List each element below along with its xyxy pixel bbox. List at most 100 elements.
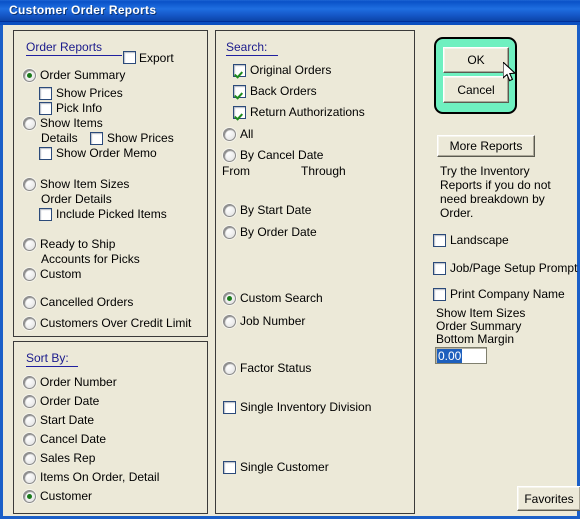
radio-search-custom-search[interactable] (223, 292, 236, 305)
window-client-area: Order Reports Export Order Summary Show … (0, 25, 580, 519)
label-search-by-cancel-date: By Cancel Date (240, 148, 324, 162)
hint-line-1: Try the Inventory (440, 164, 530, 178)
hint-line-4: Order. (440, 206, 474, 220)
label-from: From (222, 164, 250, 178)
radio-sort-items-on-order-detail[interactable] (23, 471, 36, 484)
margin-context-line-1: Show Item Sizes (436, 306, 526, 320)
label-cancelled-orders: Cancelled Orders (40, 295, 134, 309)
radio-sort-order-date[interactable] (23, 395, 36, 408)
label-job-page-setup-prompt: Job/Page Setup Prompt (450, 261, 578, 275)
label-landscape: Landscape (450, 233, 509, 247)
checkbox-single-customer[interactable] (223, 461, 236, 474)
cancel-button[interactable]: Cancel (443, 76, 509, 103)
label-customers-over-credit-limit: Customers Over Credit Limit (40, 316, 192, 330)
radio-sort-sales-rep[interactable] (23, 452, 36, 465)
label-through: Through (301, 164, 346, 178)
radio-customers-over-credit-limit[interactable] (23, 317, 36, 330)
label-search-by-start-date: By Start Date (240, 203, 312, 217)
label-details: Details (41, 131, 78, 145)
radio-sort-cancel-date[interactable] (23, 433, 36, 446)
cancel-button-label: Cancel (457, 82, 495, 97)
ok-button[interactable]: OK (443, 47, 509, 73)
radio-cancelled-orders[interactable] (23, 296, 36, 309)
checkbox-show-prices-items[interactable] (90, 132, 103, 145)
checkbox-include-picked-items[interactable] (39, 208, 52, 221)
checkbox-pick-info[interactable] (39, 102, 52, 115)
checkbox-original-orders[interactable] (233, 64, 246, 77)
checkbox-show-prices-summary[interactable] (39, 87, 52, 100)
label-show-order-memo: Show Order Memo (56, 146, 157, 160)
radio-search-by-order-date[interactable] (223, 226, 236, 239)
checkbox-export[interactable] (123, 51, 136, 64)
label-sort-order-date: Order Date (40, 394, 100, 408)
label-show-prices-items: Show Prices (107, 131, 174, 145)
sort-by-group-title: Sort By: (26, 351, 78, 367)
radio-search-all[interactable] (223, 128, 236, 141)
customer-order-reports-window: Customer Order Reports Order Reports Exp… (0, 0, 580, 519)
radio-show-item-sizes[interactable] (23, 178, 36, 191)
label-back-orders: Back Orders (250, 84, 317, 98)
favorites-button-label: Favorites (524, 491, 574, 506)
label-search-custom-search: Custom Search (240, 291, 323, 305)
radio-sort-customer[interactable] (23, 490, 36, 503)
label-search-by-order-date: By Order Date (240, 225, 317, 239)
order-reports-panel: Order Reports Export Order Summary Show … (13, 30, 208, 337)
favorites-button[interactable]: Favorites (517, 486, 580, 511)
checkbox-landscape[interactable] (433, 234, 446, 247)
hint-line-2: Reports if you do not (440, 178, 551, 192)
radio-search-by-start-date[interactable] (223, 204, 236, 217)
window-titlebar[interactable]: Customer Order Reports (0, 0, 580, 22)
bottom-margin-input[interactable]: 0.00 (435, 347, 487, 364)
label-custom: Custom (40, 267, 82, 281)
label-show-items: Show Items (40, 116, 103, 130)
radio-sort-order-number[interactable] (23, 376, 36, 389)
label-pick-info: Pick Info (56, 101, 103, 115)
label-ready-to-ship: Ready to Ship (40, 237, 116, 251)
checkbox-print-company-name[interactable] (433, 288, 446, 301)
label-single-inventory-division: Single Inventory Division (240, 400, 372, 414)
label-show-prices-summary: Show Prices (56, 86, 123, 100)
bottom-margin-value: 0.00 (437, 348, 463, 363)
label-return-authorizations: Return Authorizations (250, 105, 365, 119)
label-sort-cancel-date: Cancel Date (40, 432, 107, 446)
label-print-company-name: Print Company Name (450, 287, 565, 301)
radio-custom[interactable] (23, 268, 36, 281)
label-sort-sales-rep: Sales Rep (40, 451, 96, 465)
radio-sort-start-date[interactable] (23, 414, 36, 427)
margin-context-line-2: Order Summary (436, 319, 522, 333)
label-show-item-sizes: Show Item Sizes (40, 177, 130, 191)
label-sort-start-date: Start Date (40, 413, 95, 427)
radio-search-job-number[interactable] (223, 315, 236, 328)
label-order-summary: Order Summary (40, 68, 126, 82)
sort-by-panel: Sort By: Order Number Order Date Start D… (13, 341, 208, 514)
radio-show-items[interactable] (23, 117, 36, 130)
label-sort-order-number: Order Number (40, 375, 117, 389)
label-sort-customer: Customer (40, 489, 93, 503)
search-panel: Search: Original Orders Back Orders Retu… (215, 30, 415, 514)
checkbox-job-page-setup-prompt[interactable] (433, 262, 446, 275)
more-reports-button-label: More Reports (449, 139, 523, 153)
label-single-customer: Single Customer (240, 460, 329, 474)
checkbox-show-order-memo[interactable] (39, 147, 52, 160)
label-export: Export (139, 51, 174, 65)
radio-ready-to-ship[interactable] (23, 238, 36, 251)
radio-search-factor-status[interactable] (223, 362, 236, 375)
ok-button-label: OK (467, 53, 485, 67)
label-original-orders: Original Orders (250, 63, 332, 77)
label-search-factor-status: Factor Status (240, 361, 312, 375)
radio-order-summary[interactable] (23, 69, 36, 82)
order-reports-group-title: Order Reports (26, 40, 122, 56)
checkbox-return-authorizations[interactable] (233, 106, 246, 119)
label-order-details: Order Details (41, 192, 112, 206)
checkbox-single-inventory-division[interactable] (223, 401, 236, 414)
window-title: Customer Order Reports (9, 3, 157, 17)
more-reports-button[interactable]: More Reports (437, 135, 535, 157)
label-search-all: All (240, 127, 254, 141)
hint-line-3: need breakdown by (440, 192, 545, 206)
radio-search-by-cancel-date[interactable] (223, 149, 236, 162)
search-group-title: Search: (226, 40, 278, 56)
label-sort-items-on-order-detail: Items On Order, Detail (40, 470, 160, 484)
checkbox-back-orders[interactable] (233, 85, 246, 98)
label-accounts-for-picks: Accounts for Picks (41, 252, 140, 266)
label-include-picked-items: Include Picked Items (56, 207, 167, 221)
